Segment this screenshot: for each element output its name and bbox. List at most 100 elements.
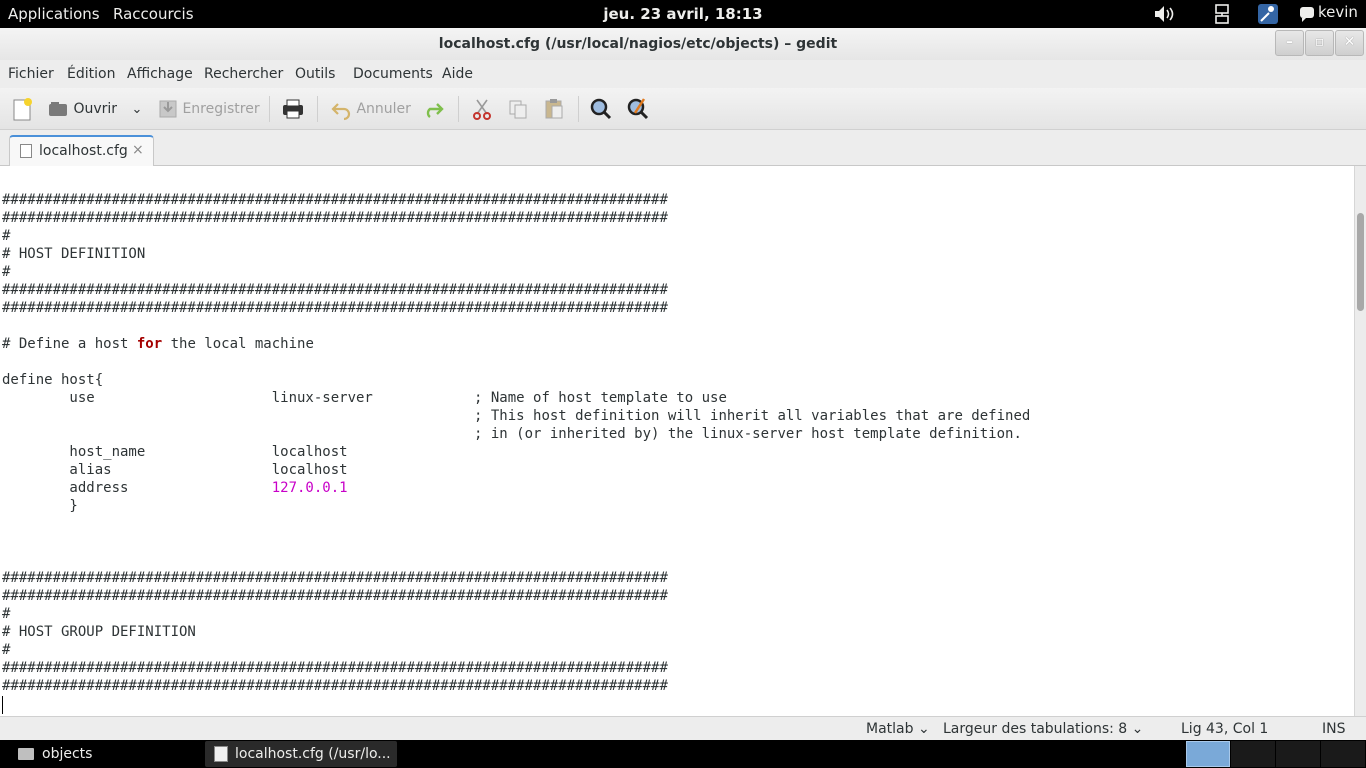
chevron-down-icon: ⌄ [1131,721,1144,737]
language-selector[interactable]: Matlab ⌄ [866,721,930,737]
print-button[interactable] [280,96,306,122]
replace-button[interactable] [626,96,650,122]
tab-width-label: Largeur des tabulations: [943,721,1114,737]
code-line: # [2,264,11,280]
user-menu[interactable]: kevin [1300,3,1362,25]
folder-icon [18,748,34,760]
insert-mode: INS [1322,721,1346,737]
toolbar: Ouvrir ⌄ Enregistrer Annuler [0,88,1366,130]
tab-close-icon[interactable]: × [132,142,144,158]
minimize-button[interactable]: – [1275,30,1304,56]
paste-icon [545,99,563,119]
tab-label: localhost.cfg [39,143,128,159]
copy-button[interactable] [507,96,529,122]
copy-icon [509,100,527,119]
text-cursor [2,696,3,714]
code-line: # Define a host for the local machine [2,336,314,352]
code-line: # HOST GROUP DEFINITION [2,624,196,640]
vertical-scrollbar[interactable] [1354,166,1366,716]
new-document-button[interactable] [10,96,34,122]
code-line: } [2,498,78,514]
maximize-button[interactable]: ▫ [1305,30,1334,56]
code-line: define host{ [2,372,104,388]
tab-localhost-cfg[interactable]: localhost.cfg × [9,135,154,166]
code-line: ########################################… [2,210,668,226]
toolbar-separator [578,96,579,122]
taskbar: objects localhost.cfg (/usr/lo... [0,740,1366,768]
code-line: ########################################… [2,192,668,208]
network-icon[interactable] [1212,3,1232,25]
paste-button[interactable] [543,96,565,122]
save-button[interactable]: Enregistrer [158,96,260,122]
taskbar-item-label: localhost.cfg (/usr/lo... [235,746,391,762]
gedit-icon [214,746,228,762]
tab-width-value: 8 [1118,721,1128,737]
text-editor[interactable]: ########################################… [0,166,1354,716]
menu-aide[interactable]: Aide [442,66,473,82]
search-button[interactable] [589,96,613,122]
print-icon [283,99,303,119]
code-line: use linux-server ; Name of host template… [2,390,727,406]
code-line: # [2,606,11,622]
code-line: alias localhost [2,462,348,478]
code-line: # HOST DEFINITION [2,246,146,262]
code-line: ########################################… [2,660,668,676]
title-bar[interactable]: localhost.cfg (/usr/local/nagios/etc/obj… [0,28,1366,60]
number-literal: 127.0.0.1 [271,480,348,496]
tab-width-selector[interactable]: Largeur des tabulations: 8 ⌄ [943,721,1143,737]
close-button[interactable]: ✕ [1335,30,1364,56]
replace-icon [627,98,649,120]
open-label: Ouvrir [73,101,118,117]
workspace-4[interactable] [1321,741,1365,767]
scrollbar-thumb[interactable] [1357,213,1364,311]
taskbar-item-objects[interactable]: objects [0,741,200,767]
undo-button[interactable]: Annuler [330,96,412,122]
code-line: ; This host definition will inherit all … [2,408,1031,424]
search-icon [590,98,612,120]
workspace-2[interactable] [1231,741,1275,767]
toolbar-separator [269,96,270,122]
menu-fichier[interactable]: Fichier [8,66,54,82]
taskbar-item-gedit[interactable]: localhost.cfg (/usr/lo... [205,741,397,767]
toolbar-separator [317,96,318,122]
top-panel: Applications Raccourcis jeu. 23 avril, 1… [0,0,1366,28]
menu-rechercher[interactable]: Rechercher [204,66,283,82]
undo-icon [331,103,351,121]
workspace-3[interactable] [1276,741,1320,767]
save-icon [159,100,177,118]
workspace-1[interactable] [1186,741,1230,767]
undo-label: Annuler [356,101,411,117]
menu-affichage[interactable]: Affichage [127,66,193,82]
menu-edition[interactable]: Édition [67,66,115,82]
volume-icon[interactable] [1153,3,1177,25]
tab-bar: localhost.cfg × [0,130,1366,166]
redo-button[interactable] [422,96,446,122]
code-line: ########################################… [2,282,668,298]
language-label: Matlab [866,721,914,737]
user-name: kevin [1318,3,1358,21]
code-line: ########################################… [2,588,668,604]
status-bar: Matlab ⌄ Largeur des tabulations: 8 ⌄ Li… [0,716,1366,740]
menu-documents[interactable]: Documents [353,66,433,82]
toolbar-separator [458,96,459,122]
taskbar-item-label: objects [42,746,93,762]
menu-outils[interactable]: Outils [295,66,335,82]
cut-icon [473,99,491,120]
chevron-down-icon: ⌄ [917,721,930,737]
accessibility-icon[interactable] [1257,3,1279,25]
keyword: for [136,336,163,352]
code-line: ########################################… [2,570,668,586]
code-line: ; in (or inherited by) the linux-server … [2,426,1022,442]
cut-button[interactable] [471,96,493,122]
cursor-position: Lig 43, Col 1 [1181,721,1269,737]
chevron-down-icon[interactable]: ⌄ [132,102,143,117]
open-button[interactable]: Ouvrir ⌄ [47,96,147,122]
new-document-icon [13,98,32,121]
code-line: ########################################… [2,678,668,694]
code-line: # [2,642,11,658]
